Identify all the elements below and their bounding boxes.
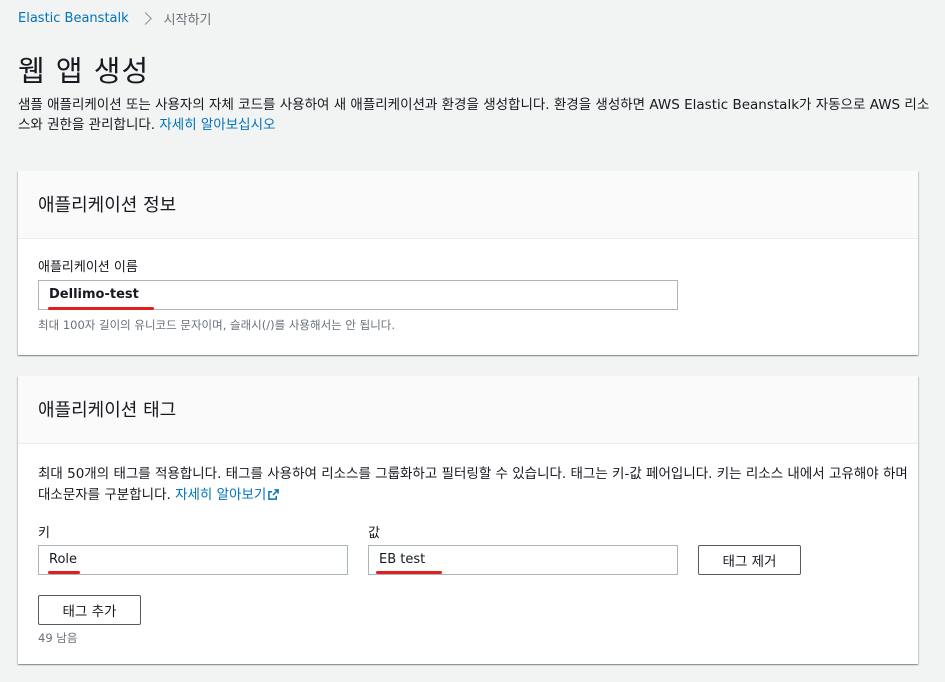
annotation-underline [376,571,442,574]
application-tags-panel: 애플리케이션 태그 최대 50개의 태그를 적용합니다. 태그를 사용하여 리소… [18,376,918,664]
annotation-underline [48,307,154,310]
remove-tag-button[interactable]: 태그 제거 [698,545,801,575]
application-info-panel: 애플리케이션 정보 애플리케이션 이름 Dellimo-test 최대 100자… [18,171,918,355]
breadcrumb-current: 시작하기 [163,13,212,28]
tags-learn-more-link[interactable]: 자세히 알아보기 [175,487,280,503]
tags-learn-more-label: 자세히 알아보기 [175,487,267,503]
breadcrumb: Elastic Beanstalk 시작하기 [18,9,212,28]
breadcrumb-elastic-beanstalk-link[interactable]: Elastic Beanstalk [18,11,129,26]
application-name-hint: 최대 100자 길이의 유니코드 문자이며, 슬래시(/)를 사용해서는 안 됩… [38,318,396,332]
page-description: 샘플 애플리케이션 또는 사용자의 자체 코드를 사용하여 새 애플리케이션과 … [18,95,930,135]
application-name-input[interactable]: Dellimo-test [38,280,678,310]
annotation-underline [48,571,80,574]
tags-remaining-count: 49 남음 [38,631,78,645]
application-info-header: 애플리케이션 정보 [18,171,918,239]
learn-more-link[interactable]: 자세히 알아보십시오 [159,117,275,133]
tags-description: 최대 50개의 태그를 적용합니다. 태그를 사용하여 리소스를 그룹화하고 필… [38,464,908,506]
tag-value-label: 값 [368,526,380,541]
add-tag-button[interactable]: 태그 추가 [38,595,141,625]
page-title: 웹 앱 생성 [18,54,150,88]
chevron-right-icon [138,12,152,25]
tag-key-input[interactable]: Role [38,545,348,575]
tags-description-text: 최대 50개의 태그를 적용합니다. 태그를 사용하여 리소스를 그룹화하고 필… [38,466,908,503]
tag-key-label: 키 [38,526,50,541]
application-tags-header: 애플리케이션 태그 [18,376,918,444]
external-link-icon [268,489,280,500]
application-name-label: 애플리케이션 이름 [38,260,138,275]
page-description-text: 샘플 애플리케이션 또는 사용자의 자체 코드를 사용하여 새 애플리케이션과 … [18,97,930,133]
